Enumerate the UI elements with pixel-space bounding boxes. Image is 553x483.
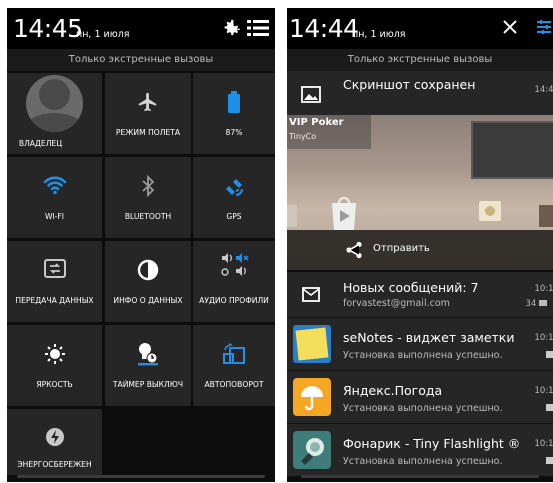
airplane-icon bbox=[105, 91, 191, 117]
autorotate-icon bbox=[193, 342, 275, 369]
install-play-icon bbox=[546, 404, 553, 411]
tile-audio-profiles-label: АУДИО ПРОФИЛИ bbox=[199, 296, 269, 305]
tile-power-save[interactable]: ЭНЕРГОСБЕРЕЖЕН bbox=[7, 409, 102, 475]
settings-gear-icon[interactable] bbox=[220, 17, 242, 39]
tile-bluetooth-label: BLUETOOTH bbox=[124, 212, 172, 221]
play-store-icon bbox=[332, 197, 356, 230]
share-button[interactable]: Отправить bbox=[373, 243, 430, 254]
notification-time: 10:11 bbox=[534, 439, 553, 449]
tile-gps[interactable]: GPS bbox=[193, 157, 275, 238]
tile-owner-label: ВЛАДЕЛЕЦ bbox=[18, 139, 63, 148]
notification-title: Скриншот сохранен bbox=[343, 77, 476, 92]
list-menu-icon[interactable] bbox=[247, 19, 269, 37]
tile-data-info[interactable]: ИНФО О ДАННЫХ bbox=[105, 241, 191, 322]
preview-tablet-shape bbox=[471, 121, 553, 179]
tile-power-save-label: ЭНЕРГОСБЕРЕЖЕН bbox=[17, 460, 92, 469]
tile-autorotate-label: АВТОПОВОРОТ bbox=[204, 380, 264, 389]
notification-time: 10:10 bbox=[534, 284, 553, 294]
preview-title: VIP Poker bbox=[289, 117, 344, 128]
install-play-icon bbox=[546, 351, 553, 358]
tile-wifi-label: WI-FI bbox=[44, 212, 65, 221]
status-bar: 14:45 пн, 1 июля bbox=[7, 8, 275, 50]
notification-time: 14:44 bbox=[534, 85, 553, 95]
tile-sleep-timer[interactable]: ТАЙМЕР ВЫКЛЮЧ bbox=[105, 325, 191, 406]
tile-airplane-label: РЕЖИМ ПОЛЕТА bbox=[115, 128, 181, 137]
notification-title: seNotes - виджет заметки bbox=[343, 330, 515, 345]
gps-satellite-icon bbox=[193, 175, 275, 203]
senotes-app-icon bbox=[293, 325, 331, 363]
toggles-icon[interactable] bbox=[535, 18, 553, 36]
flashlight-icon bbox=[293, 431, 331, 469]
tile-battery-label: 87% bbox=[225, 128, 243, 137]
notification-title: Яндекс.Погода bbox=[343, 383, 443, 398]
tile-airplane[interactable]: РЕЖИМ ПОЛЕТА bbox=[105, 73, 191, 154]
audio-profiles-icon bbox=[193, 253, 275, 283]
notification-yandex-weather[interactable]: Яндекс.Погода Установка выполнена успешн… bbox=[287, 371, 553, 424]
tile-data-info-label: ИНФО О ДАННЫХ bbox=[113, 296, 183, 305]
tile-battery[interactable]: 87% bbox=[193, 73, 275, 154]
battery-icon bbox=[193, 91, 275, 117]
tile-data-transfer-label: ПЕРЕДАЧА ДАННЫХ bbox=[15, 296, 94, 305]
wifi-icon bbox=[7, 175, 102, 199]
notification-time: 10:11 bbox=[534, 333, 553, 343]
mail-small-icon bbox=[539, 300, 547, 306]
install-play-icon bbox=[546, 457, 553, 464]
sleep-timer-icon bbox=[105, 339, 191, 371]
tile-gps-label: GPS bbox=[226, 212, 242, 221]
status-bar: 14:44 пн, 1 июля bbox=[287, 8, 553, 50]
notification-subtitle: forvastest@gmail.com bbox=[343, 298, 450, 309]
avatar bbox=[26, 75, 83, 132]
preview-subtitle: TinyCo bbox=[289, 132, 317, 141]
notification-title: Новых сообщений: 7 bbox=[343, 280, 479, 295]
unread-count: 34 bbox=[525, 299, 547, 309]
tile-bluetooth[interactable]: BLUETOOTH bbox=[105, 157, 191, 238]
notification-subtitle: Установка выполнена успешно. bbox=[343, 456, 503, 467]
tile-sleep-timer-label: ТАЙМЕР ВЫКЛЮЧ bbox=[112, 380, 184, 389]
power-save-icon bbox=[7, 427, 102, 451]
tile-brightness[interactable]: ЯРКОСТЬ bbox=[7, 325, 102, 406]
clock: 14:44 bbox=[289, 14, 359, 43]
tile-brightness-label: ЯРКОСТЬ bbox=[36, 380, 73, 389]
brightness-sun-icon bbox=[7, 343, 102, 369]
quick-settings-screen: 14:45 пн, 1 июля Только экстренные вызов… bbox=[7, 8, 275, 482]
preview-partial-icon bbox=[539, 205, 553, 227]
tile-audio-profiles[interactable]: АУДИО ПРОФИЛИ bbox=[193, 241, 275, 322]
tile-owner[interactable]: ВЛАДЕЛЕЦ bbox=[7, 73, 102, 154]
mail-envelope-icon bbox=[293, 277, 329, 313]
preview-partial-icon-left bbox=[287, 205, 297, 227]
shop-bag-icon bbox=[479, 201, 501, 221]
preview-ad-panel: VIP Poker TinyCo bbox=[287, 115, 371, 149]
notification-subtitle: Установка выполнена успешно. bbox=[343, 403, 503, 414]
date: пн, 1 июля bbox=[76, 29, 130, 40]
notification-gmail[interactable]: Новых сообщений: 7 forvastest@gmail.com … bbox=[287, 272, 553, 318]
tile-wifi[interactable]: WI-FI bbox=[7, 157, 102, 238]
share-icon bbox=[346, 241, 362, 259]
drag-handle[interactable] bbox=[301, 475, 539, 478]
tile-autorotate[interactable]: АВТОПОВОРОТ bbox=[193, 325, 275, 406]
bluetooth-icon bbox=[105, 174, 191, 201]
notification-senotes[interactable]: seNotes - виджет заметки Установка выпол… bbox=[287, 318, 553, 371]
screenshot-preview-image[interactable]: VIP Poker TinyCo Отправить bbox=[287, 115, 553, 270]
notification-screenshot[interactable]: Скриншот сохранен 14:44 bbox=[287, 71, 553, 117]
notification-subtitle: Установка выполнена успешно. bbox=[343, 350, 503, 361]
notifications-screen: 14:44 пн, 1 июля Только экстренные вызов… bbox=[287, 8, 553, 482]
data-transfer-icon bbox=[7, 259, 102, 283]
emergency-calls-label: Только экстренные вызовы bbox=[7, 49, 275, 71]
clear-all-close-icon[interactable] bbox=[503, 20, 517, 34]
notification-flashlight[interactable]: Фонарик - Tiny Flashlight ® Установка вы… bbox=[287, 424, 553, 477]
share-bar[interactable]: Отправить bbox=[287, 230, 553, 270]
notification-time: 10:11 bbox=[534, 386, 553, 396]
data-usage-icon bbox=[105, 259, 191, 285]
umbrella-icon bbox=[293, 378, 331, 416]
drag-handle[interactable] bbox=[17, 475, 265, 478]
emergency-calls-label: Только экстренные вызовы bbox=[287, 49, 553, 71]
date: пн, 1 июля bbox=[352, 29, 406, 40]
notification-title: Фонарик - Tiny Flashlight ® bbox=[343, 436, 521, 451]
clock: 14:45 bbox=[13, 14, 83, 43]
tile-data-transfer[interactable]: ПЕРЕДАЧА ДАННЫХ bbox=[7, 241, 102, 322]
image-gallery-icon bbox=[293, 77, 329, 113]
